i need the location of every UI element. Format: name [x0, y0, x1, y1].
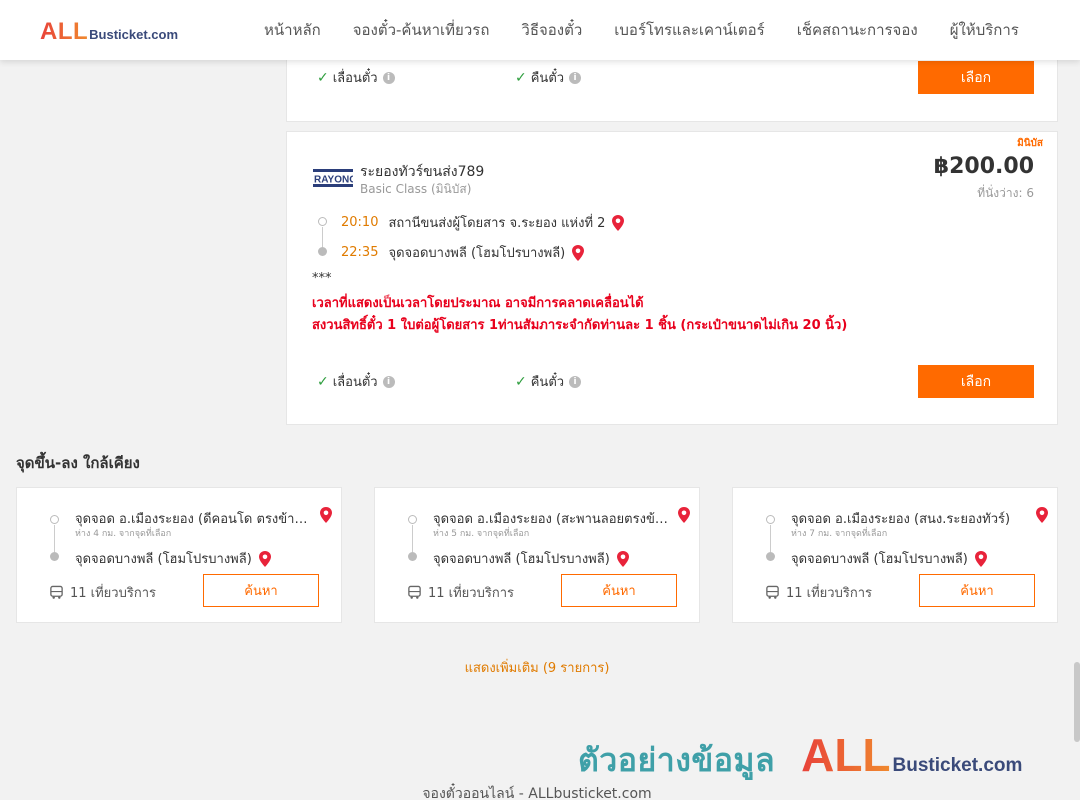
map-pin-icon[interactable] [611, 214, 625, 232]
feature-change-ticket: ✓ เลื่อนตั๋ว i [317, 67, 395, 88]
map-pin-icon[interactable] [616, 550, 630, 568]
operator-logo: RAYONG [313, 169, 353, 187]
map-pin-icon[interactable] [974, 550, 988, 568]
route-end-dot [766, 552, 775, 561]
map-pin-icon[interactable] [571, 244, 585, 262]
nearby-distance: ห่าง 4 กม. จากจุดที่เลือก [75, 529, 172, 539]
feature-refund-ticket: ✓ คืนตั๋ว i [515, 67, 582, 88]
site-logo[interactable]: ALL Busticket.com [40, 18, 178, 46]
nearby-to: จุดจอดบางพลี (โฮมโปรบางพลี) [791, 548, 988, 569]
map-pin-icon[interactable] [319, 506, 333, 524]
route-line [54, 525, 55, 552]
trip-card: มินิบัส RAYONG ระยองทัวร์ขนส่ง789 Basic … [286, 131, 1058, 425]
nav-menu: หน้าหลัก จองตั๋ว-ค้นหาเที่ยวรถ วิธีจองตั… [248, 0, 1035, 60]
nearby-card: จุดจอด อ.เมืองระยอง (สนง.ระยองทัวร์) ห่า… [732, 487, 1058, 623]
nearby-to: จุดจอดบางพลี (โฮมโปรบางพลี) [75, 548, 272, 569]
ticket-price: ฿200.00 [933, 154, 1034, 179]
arrival-stop: 22:35 จุดจอดบางพลี (โฮมโปรบางพลี) [341, 242, 585, 263]
nearby-to-place: จุดจอดบางพลี (โฮมโปรบางพลี) [433, 552, 610, 567]
nearby-to-place: จุดจอดบางพลี (โฮมโปรบางพลี) [791, 552, 968, 567]
watermark-text: ตัวอย่างข้อมูล [578, 741, 776, 779]
watermark-logo-all: ALL [801, 729, 891, 781]
info-icon[interactable]: i [569, 375, 582, 388]
vehicle-type-badge: มินิบัส [1017, 138, 1043, 149]
nav-item-operators[interactable]: ผู้ให้บริการ [934, 18, 1035, 42]
bus-icon [50, 585, 63, 599]
route-line [770, 525, 771, 552]
logo-all: ALL [40, 18, 89, 45]
route-end-dot [50, 552, 59, 561]
arrival-place: จุดจอดบางพลี (โฮมโปรบางพลี) [388, 246, 566, 261]
arrival-time: 22:35 [341, 245, 379, 260]
operator-class: Basic Class (มินิบัส) [360, 182, 472, 196]
route-line [322, 227, 323, 247]
note-marker: *** [312, 271, 332, 286]
route-start-dot [50, 515, 59, 524]
nearby-trips-label: 11 เที่ยวบริการ [428, 586, 514, 601]
nearby-section-title: จุดขึ้น-ลง ใกล้เคียง [16, 454, 140, 472]
nearby-distance: ห่าง 7 กม. จากจุดที่เลือก [791, 529, 888, 539]
info-icon[interactable]: i [569, 71, 582, 84]
watermark-logo-domain: Busticket.com [892, 755, 1023, 776]
bus-icon [766, 585, 779, 599]
nearby-card: จุดจอด อ.เมืองระยอง (สะพานลอยตรงข้ามตลาด… [374, 487, 700, 623]
nearby-trip-count: 11 เที่ยวบริการ [49, 582, 156, 603]
map-pin-icon[interactable] [1035, 506, 1049, 524]
feature-refund-label: คืนตั๋ว [530, 71, 565, 86]
scrollbar-thumb[interactable] [1074, 662, 1080, 742]
nav-item-check-booking[interactable]: เช็คสถานะการจอง [781, 18, 934, 42]
route-start-dot [408, 515, 417, 524]
route-end-dot [318, 247, 327, 256]
info-icon[interactable]: i [382, 71, 395, 84]
map-pin-icon[interactable] [677, 506, 691, 524]
feature-change-label: เลื่อนตั๋ว [332, 375, 378, 390]
nearby-search-button[interactable]: ค้นหา [561, 574, 677, 607]
check-icon: ✓ [317, 373, 329, 390]
nearby-trip-count: 11 เที่ยวบริการ [765, 582, 872, 603]
route-start-dot [766, 515, 775, 524]
nearby-search-button[interactable]: ค้นหา [919, 574, 1035, 607]
check-icon: ✓ [515, 373, 527, 390]
nearby-to: จุดจอดบางพลี (โฮมโปรบางพลี) [433, 548, 630, 569]
feature-change-label: เลื่อนตั๋ว [332, 71, 378, 86]
departure-place: สถานีขนส่งผู้โดยสาร จ.ระยอง แห่งที่ 2 [388, 216, 606, 231]
nearby-trips-label: 11 เที่ยวบริการ [786, 586, 872, 601]
nearby-trips-label: 11 เที่ยวบริการ [70, 586, 156, 601]
route-end-dot [408, 552, 417, 561]
select-trip-button[interactable]: เลือก [918, 365, 1034, 398]
nearby-distance: ห่าง 5 กม. จากจุดที่เลือก [433, 529, 530, 539]
nearby-card: จุดจอด อ.เมืองระยอง (ดีคอนโด ตรงข้ามมหาว… [16, 487, 342, 623]
feature-refund-label: คืนตั๋ว [530, 375, 565, 390]
departure-stop: 20:10 สถานีขนส่งผู้โดยสาร จ.ระยอง แห่งที… [341, 212, 625, 233]
check-icon: ✓ [515, 69, 527, 86]
bus-icon [408, 585, 421, 599]
feature-refund-ticket: ✓ คืนตั๋ว i [515, 371, 582, 392]
sample-watermark: ตัวอย่างข้อมูล ALL Busticket.com [578, 728, 1022, 786]
route-start-dot [318, 217, 327, 226]
footer-tagline: จองตั๋วออนไลน์ - ALLbusticket.com [422, 786, 652, 800]
logo-domain: Busticket.com [89, 27, 179, 42]
top-navbar: ALL Busticket.com หน้าหลัก จองตั๋ว-ค้นหา… [0, 0, 1080, 60]
nearby-trip-count: 11 เที่ยวบริการ [407, 582, 514, 603]
nav-item-contacts[interactable]: เบอร์โทรและเคาน์เตอร์ [598, 18, 780, 42]
check-icon: ✓ [317, 69, 329, 86]
nav-item-how-to-book[interactable]: วิธีจองตั๋ว [505, 18, 598, 42]
note-baggage-policy: สงวนสิทธิ์ตั๋ว 1 ใบต่อผู้โดยสาร 1ท่านสัม… [312, 318, 848, 333]
nearby-to-place: จุดจอดบางพลี (โฮมโปรบางพลี) [75, 552, 252, 567]
info-icon[interactable]: i [382, 375, 395, 388]
feature-change-ticket: ✓ เลื่อนตั๋ว i [317, 371, 395, 392]
map-pin-icon[interactable] [258, 550, 272, 568]
nav-item-home[interactable]: หน้าหลัก [248, 18, 337, 42]
seats-available: ที่นั่งว่าง: 6 [977, 186, 1034, 200]
svg-text:RAYONG: RAYONG [314, 175, 353, 186]
select-trip-button[interactable]: เลือก [918, 61, 1034, 94]
departure-time: 20:10 [341, 215, 379, 230]
show-more-link[interactable]: แสดงเพิ่มเติม (9 รายการ) [0, 657, 1074, 678]
nav-item-book-search[interactable]: จองตั๋ว-ค้นหาเที่ยวรถ [337, 18, 506, 42]
nearby-search-button[interactable]: ค้นหา [203, 574, 319, 607]
note-time-estimate: เวลาที่แสดงเป็นเวลาโดยประมาณ อาจมีการคลา… [312, 296, 644, 311]
route-line [412, 525, 413, 552]
